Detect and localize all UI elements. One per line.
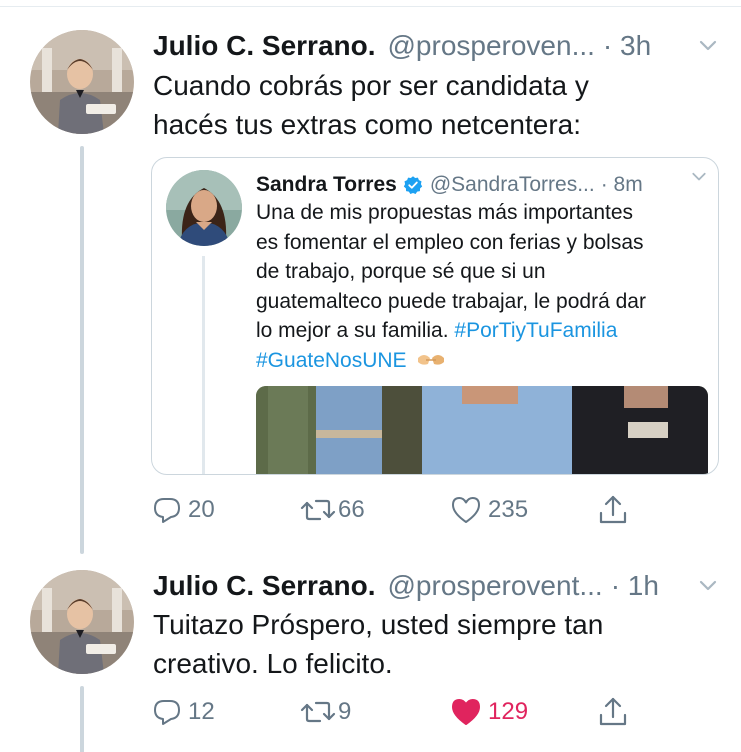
quoted-text-line: #GuateNosUNE: [256, 346, 706, 376]
like-button[interactable]: 235: [450, 490, 528, 530]
retweet-icon: [300, 499, 336, 521]
retweet-icon: [300, 701, 336, 723]
tweet-time[interactable]: · 3h: [603, 30, 651, 62]
author-handle[interactable]: @prosperoven...: [388, 30, 595, 62]
retweet-count: 66: [338, 496, 365, 523]
tweet-text: Tuitazo Próspero, usted siempre tan crea…: [153, 605, 723, 683]
tweet-text-line: hacés tus extras como netcentera:: [153, 109, 581, 140]
quoted-text-line: Una de mis propuestas más importantes: [256, 201, 634, 224]
share-button[interactable]: [598, 692, 628, 732]
retweet-button[interactable]: 9: [300, 692, 351, 732]
retweet-count: 9: [338, 698, 352, 725]
quoted-text-fragment: lo mejor a su familia.: [256, 319, 449, 342]
heart-filled-icon: [452, 699, 480, 725]
tweet-actions: 20 66 235: [150, 490, 650, 530]
quoted-author-name[interactable]: Sandra Torres: [256, 173, 397, 197]
tweet-text: Cuando cobrás por ser candidata y hacés …: [153, 66, 723, 144]
share-button[interactable]: [598, 490, 628, 530]
quoted-text-line: de trabajo, porque sé que si un: [256, 260, 546, 283]
tweet-actions: 12 9 129: [150, 692, 650, 732]
handshake-emoji: [418, 354, 445, 365]
quoted-thread-line: [202, 256, 205, 474]
tweet-text-line: Cuando cobrás por ser candidata y: [153, 70, 589, 101]
thread-line: [80, 686, 84, 752]
avatar[interactable]: [30, 570, 134, 674]
top-divider: [0, 6, 741, 7]
author-name[interactable]: Julio C. Serrano.: [153, 570, 376, 602]
quoted-tweet-text: Una de mis propuestas más importantes es…: [256, 198, 706, 375]
reply-icon: [154, 700, 180, 725]
author-name[interactable]: Julio C. Serrano.: [153, 30, 376, 62]
like-button[interactable]: 129: [450, 692, 528, 732]
avatar-photo: [30, 30, 134, 134]
like-count: 129: [488, 698, 529, 725]
tweet-time[interactable]: · 1h: [611, 570, 659, 602]
tweet-header: Julio C. Serrano. @prosperoven... · 3h: [153, 26, 651, 66]
quoted-text-line: lo mejor a su familia. #PorTiyTuFamilia: [256, 316, 706, 346]
quoted-avatar[interactable]: [166, 170, 242, 246]
chevron-down-icon[interactable]: [697, 35, 719, 57]
retweet-button[interactable]: 66: [300, 490, 365, 530]
quoted-media-image[interactable]: [256, 386, 708, 474]
reply-icon: [154, 498, 180, 523]
quoted-tweet[interactable]: Sandra Torres @SandraTorres... · 8m Una …: [151, 157, 719, 475]
quoted-text-line: guatemalteco puede trabajar, le podrá da…: [256, 289, 646, 313]
reply-button[interactable]: 20: [152, 490, 215, 530]
share-icon: [599, 697, 627, 726]
verified-badge-icon: [403, 176, 422, 194]
photo-people: [256, 386, 708, 474]
reply-button[interactable]: 12: [152, 692, 215, 732]
author-handle[interactable]: @prosperovent...: [388, 570, 603, 602]
heart-icon: [452, 497, 480, 523]
tweet-text-line: Tuitazo Próspero, usted siempre tan: [153, 609, 604, 640]
chevron-down-icon[interactable]: [697, 575, 719, 597]
avatar-photo: [30, 570, 134, 674]
share-icon: [599, 495, 627, 524]
tweet-header: Julio C. Serrano. @prosperovent... · 1h: [153, 566, 659, 606]
hashtag-link[interactable]: #GuateNosUNE: [256, 349, 407, 372]
hashtag-link[interactable]: #PorTiyTuFamilia: [454, 319, 617, 342]
tweet-text-line: creativo. Lo felicito.: [153, 648, 393, 679]
reply-count: 20: [188, 496, 215, 523]
quoted-author-handle[interactable]: @SandraTorres...: [430, 173, 595, 197]
quoted-avatar-photo: [166, 170, 242, 246]
chevron-down-icon[interactable]: [690, 168, 708, 186]
like-count: 235: [488, 496, 529, 523]
thread-line: [80, 146, 84, 554]
avatar[interactable]: [30, 30, 134, 134]
reply-count: 12: [188, 698, 215, 725]
quoted-tweet-time[interactable]: · 8m: [601, 173, 643, 197]
quoted-text-line: es fomentar el empleo con ferias y bolsa…: [256, 230, 644, 254]
